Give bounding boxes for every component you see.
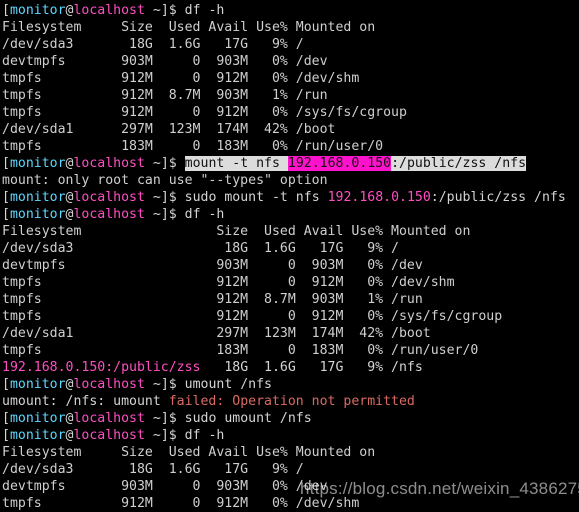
prompt-tail: ~]$: [144, 190, 185, 205]
df-row: tmpfs 912M 0 912M 0% /dev/shm: [2, 71, 360, 86]
umount-error-message: umount: /nfs: umount failed: Operation n…: [2, 393, 579, 410]
command-df: df -h: [184, 207, 225, 222]
df-row: tmpfs 183M 0 183M 0% /run/user/0: [2, 139, 384, 154]
umount-error-phrase: failed: Operation not permitted: [168, 394, 415, 409]
prompt-user: monitor: [9, 411, 66, 426]
umount-error-prefix: umount: /nfs: umount: [2, 394, 169, 409]
df-row: devtmpfs 903M 0 903M 0% /dev: [2, 479, 328, 494]
df-header-3: Filesystem Size Used Avail Use% Mounted …: [2, 445, 376, 460]
prompt-bracket: [: [2, 377, 10, 392]
highlighted-ip-address[interactable]: 192.168.0.150: [287, 156, 392, 171]
prompt-line-mount: [monitor@localhost ~]$ mount -t nfs 192.…: [2, 155, 579, 172]
prompt-host: localhost: [73, 190, 145, 205]
command-sudo-mount-prefix: sudo mount -t nfs: [184, 190, 328, 205]
prompt-user: monitor: [9, 3, 66, 18]
command-umount: umount /nfs: [184, 377, 272, 392]
df-row: tmpfs 912M 0 912M 0% /dev/shm: [2, 275, 455, 290]
prompt-line-df-1: [monitor@localhost ~]$ df -h: [2, 2, 579, 19]
df-row: tmpfs 912M 0 912M 0% /sys/fs/cgroup: [2, 105, 407, 120]
prompt-tail: ~]$: [144, 207, 185, 222]
prompt-tail: ~]$: [144, 3, 185, 18]
prompt-host: localhost: [73, 207, 145, 222]
prompt-bracket: [: [2, 3, 10, 18]
prompt-host: localhost: [73, 411, 145, 426]
prompt-tail: ~]$: [144, 156, 185, 171]
df-row: tmpfs 183M 0 183M 0% /run/user/0: [2, 343, 479, 358]
prompt-user: monitor: [9, 207, 66, 222]
command-df: df -h: [184, 3, 225, 18]
command-df: df -h: [184, 428, 225, 443]
prompt-user: monitor: [9, 428, 66, 443]
prompt-bracket: [: [2, 207, 10, 222]
df-row: /dev/sda3 18G 1.6G 17G 9% /: [2, 37, 304, 52]
command-sudo-mount-ip: 192.168.0.150: [327, 190, 431, 205]
prompt-bracket: [: [2, 428, 10, 443]
prompt-line-umount: [monitor@localhost ~]$ umount /nfs: [2, 376, 579, 393]
df-row: /dev/sda1 297M 123M 174M 42% /boot: [2, 326, 431, 341]
nfs-filesystem-name: 192.168.0.150:/public/zss: [2, 360, 201, 375]
prompt-host: localhost: [73, 156, 145, 171]
prompt-tail: ~]$: [144, 411, 185, 426]
df-row: devtmpfs 903M 0 903M 0% /dev: [2, 258, 423, 273]
prompt-line-sudo-mount: [monitor@localhost ~]$ sudo mount -t nfs…: [2, 189, 579, 206]
df-row: tmpfs 912M 0 912M 0% /sys/fs/cgroup: [2, 309, 503, 324]
df-row: /dev/sda3 18G 1.6G 17G 9% /: [2, 241, 399, 256]
selected-command-prefix[interactable]: mount -t nfs: [184, 156, 288, 171]
mount-error-message: mount: only root can use "--types" optio…: [2, 173, 328, 188]
prompt-bracket: [: [2, 190, 10, 205]
prompt-user: monitor: [9, 156, 66, 171]
prompt-bracket: [: [2, 156, 10, 171]
nfs-filesystem-values: 18G 1.6G 17G 9% /nfs: [200, 360, 423, 375]
df-row-nfs: 192.168.0.150:/public/zss 18G 1.6G 17G 9…: [2, 359, 579, 376]
prompt-line-sudo-umount: [monitor@localhost ~]$ sudo umount /nfs: [2, 410, 579, 427]
prompt-host: localhost: [73, 428, 145, 443]
prompt-line-df-3: [monitor@localhost ~]$ df -h: [2, 427, 579, 444]
prompt-line-df-2: [monitor@localhost ~]$ df -h: [2, 206, 579, 223]
df-row: devtmpfs 903M 0 903M 0% /dev: [2, 54, 328, 69]
df-row: tmpfs 912M 8.7M 903M 1% /run: [2, 292, 423, 307]
prompt-tail: ~]$: [144, 377, 185, 392]
prompt-user: monitor: [9, 377, 66, 392]
df-row: tmpfs 912M 0 912M 0% /dev/shm: [2, 496, 360, 511]
terminal-window[interactable]: [monitor@localhost ~]$ df -h Filesystem …: [0, 0, 579, 512]
df-row: tmpfs 912M 8.7M 903M 1% /run: [2, 88, 328, 103]
prompt-host: localhost: [73, 377, 145, 392]
prompt-host: localhost: [73, 3, 145, 18]
prompt-bracket: [: [2, 411, 10, 426]
prompt-user: monitor: [9, 190, 66, 205]
command-sudo-mount-suffix: :/public/zss /nfs: [430, 190, 566, 205]
prompt-tail: ~]$: [144, 428, 185, 443]
df-row: /dev/sda3 18G 1.6G 17G 9% /: [2, 462, 304, 477]
selected-command-suffix[interactable]: :/public/zss /nfs: [391, 156, 527, 171]
command-sudo-umount: sudo umount /nfs: [184, 411, 312, 426]
df-row: /dev/sda1 297M 123M 174M 42% /boot: [2, 122, 336, 137]
df-header-1: Filesystem Size Used Avail Use% Mounted …: [2, 20, 376, 35]
df-header-2: Filesystem Size Used Avail Use% Mounted …: [2, 224, 471, 239]
